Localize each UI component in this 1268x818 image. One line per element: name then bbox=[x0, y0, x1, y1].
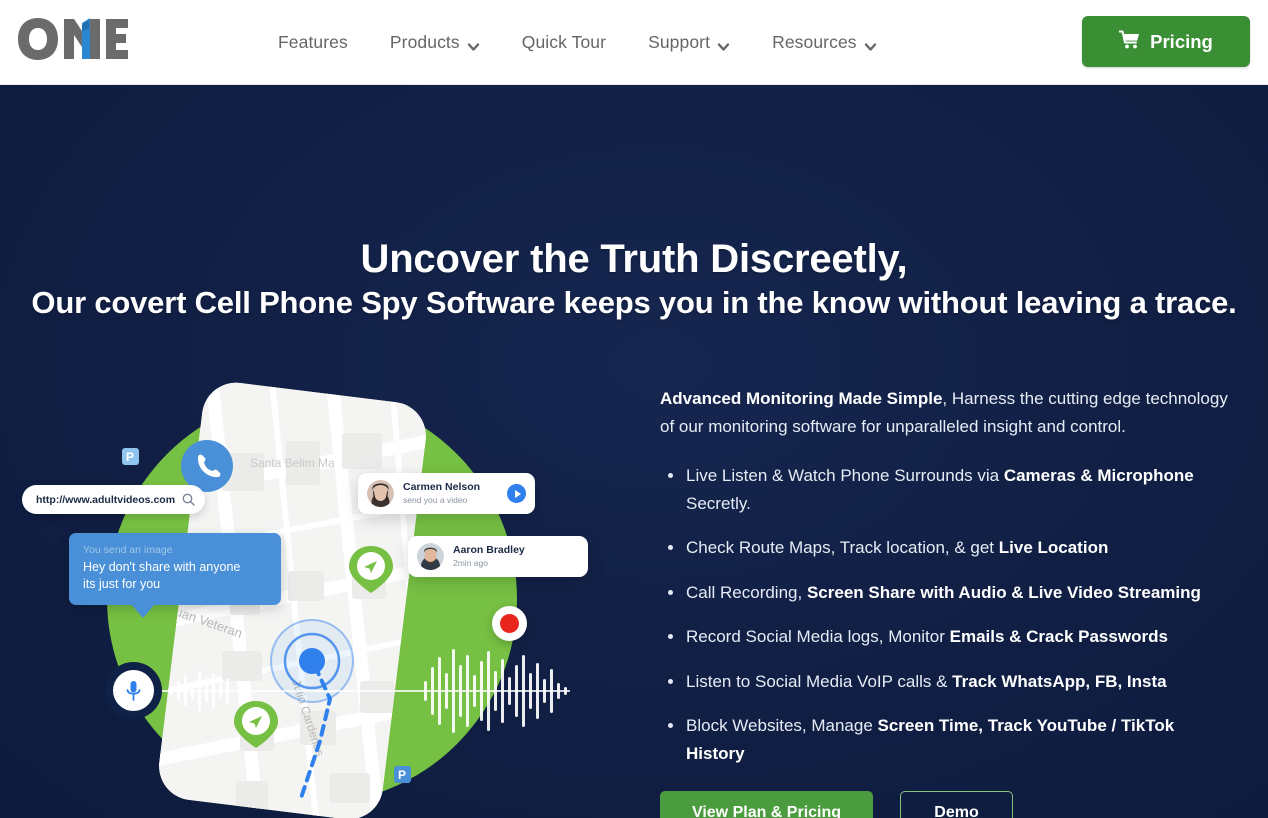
parking-badge: P bbox=[122, 448, 139, 465]
cta-row: View Plan & Pricing Demo bbox=[660, 791, 1235, 818]
chat-bubble: You send an image Hey don't share with a… bbox=[69, 533, 281, 618]
hero-copy-column: Advanced Monitoring Made Simple, Harness… bbox=[660, 385, 1235, 818]
nav-label: Support bbox=[648, 32, 711, 52]
list-item: Block Websites, Manage Screen Time, Trac… bbox=[660, 712, 1235, 767]
street-label: Santa Belim Ma bbox=[250, 456, 335, 470]
hero-section: Uncover the Truth Discreetly, Our covert… bbox=[0, 85, 1268, 818]
list-item: Live Listen & Watch Phone Surrounds via … bbox=[660, 462, 1235, 517]
nav-item-features[interactable]: Features bbox=[278, 32, 348, 53]
logo[interactable] bbox=[16, 16, 128, 62]
avatar bbox=[417, 543, 444, 570]
headline-line-2: Our covert Cell Phone Spy Software keeps… bbox=[31, 284, 1237, 320]
current-location-dot bbox=[270, 619, 354, 703]
chevron-down-icon bbox=[717, 37, 730, 51]
bullet-text-tail: Secretly. bbox=[686, 493, 751, 513]
hero-illustration: Santa Belim Ma Juan Veteran Julio Carden… bbox=[0, 381, 640, 818]
nav-label: Features bbox=[278, 32, 348, 52]
microphone-button[interactable] bbox=[105, 662, 162, 719]
page-title: Uncover the Truth Discreetly, Our covert… bbox=[0, 237, 1268, 321]
bullet-text-bold: Screen Share with Audio & Live Video Str… bbox=[806, 582, 1201, 602]
contact-name: Aaron Bradley bbox=[453, 544, 525, 557]
avatar bbox=[367, 480, 394, 507]
nav-item-products[interactable]: Products bbox=[390, 32, 480, 53]
card-text: Aaron Bradley 2min ago bbox=[453, 544, 525, 569]
microphone-icon bbox=[113, 670, 154, 711]
card-text: Carmen Nelson send you a video bbox=[403, 481, 480, 506]
chevron-down-icon bbox=[864, 37, 877, 51]
nav-item-support[interactable]: Support bbox=[648, 32, 730, 53]
contact-subtitle: 2min ago bbox=[453, 557, 488, 568]
bullet-text-plain: Listen to Social Media VoIP calls & bbox=[686, 671, 953, 691]
chat-caption: You send an image bbox=[83, 544, 173, 556]
waveform-baseline bbox=[130, 690, 570, 692]
bullet-text-plain: Live Listen & Watch Phone Surrounds via bbox=[686, 466, 1004, 486]
intro-paragraph: Advanced Monitoring Made Simple, Harness… bbox=[660, 385, 1235, 440]
chat-message-line-2: its just for you bbox=[83, 576, 161, 591]
bullet-text-plain: Block Websites, Manage bbox=[686, 716, 878, 736]
logo-icon bbox=[18, 18, 128, 60]
pricing-button[interactable]: Pricing bbox=[1082, 16, 1250, 67]
url-text: http://www.adultvideos.com bbox=[36, 493, 176, 506]
svg-text:P: P bbox=[126, 450, 134, 464]
chat-message-line-1: Hey don't share with anyone bbox=[83, 560, 241, 574]
nav-item-resources[interactable]: Resources bbox=[772, 32, 877, 53]
list-item: Listen to Social Media VoIP calls & Trac… bbox=[660, 668, 1235, 696]
site-header: Features Products Quick Tour Support Res… bbox=[0, 0, 1268, 85]
bullet-text-bold: Emails & Crack Passwords bbox=[949, 627, 1168, 647]
view-plan-pricing-button[interactable]: View Plan & Pricing bbox=[660, 791, 873, 818]
chevron-down-icon bbox=[467, 37, 480, 51]
blocked-url-chip[interactable]: http://www.adultvideos.com bbox=[22, 485, 206, 514]
svg-text:P: P bbox=[398, 768, 406, 782]
list-item: Record Social Media logs, Monitor Emails… bbox=[660, 623, 1235, 651]
contact-subtitle: send you a video bbox=[403, 494, 468, 505]
parking-badge: P bbox=[394, 766, 411, 783]
bullet-text-bold: Live Location bbox=[998, 538, 1109, 558]
contact-name: Carmen Nelson bbox=[403, 481, 481, 494]
bullet-text-bold: Track WhatsApp, FB, Insta bbox=[952, 671, 1167, 691]
notification-card[interactable]: Carmen Nelson send you a video bbox=[358, 473, 535, 514]
pricing-button-label: Pricing bbox=[1150, 30, 1213, 52]
list-item: Check Route Maps, Track location, & get … bbox=[660, 534, 1235, 562]
nav-label: Products bbox=[389, 32, 460, 52]
demo-button[interactable]: Demo bbox=[900, 791, 1013, 818]
record-button[interactable] bbox=[492, 606, 527, 641]
nav-label: Resources bbox=[772, 32, 857, 52]
main-nav: Features Products Quick Tour Support Res… bbox=[278, 0, 877, 85]
bullet-text-plain: Record Social Media logs, Monitor bbox=[686, 627, 950, 647]
list-item: Call Recording, Screen Share with Audio … bbox=[660, 579, 1235, 607]
notification-card[interactable]: Aaron Bradley 2min ago bbox=[408, 536, 588, 577]
feature-list: Live Listen & Watch Phone Surrounds via … bbox=[660, 462, 1235, 767]
search-icon bbox=[182, 493, 195, 506]
bullet-text-bold: Cameras & Microphone bbox=[1003, 466, 1194, 486]
bullet-text-plain: Call Recording, bbox=[686, 582, 807, 602]
bullet-text-plain: Check Route Maps, Track location, & get bbox=[686, 538, 999, 558]
shopping-cart-icon bbox=[1118, 30, 1140, 54]
record-dot-icon bbox=[500, 614, 519, 633]
nav-item-quick-tour[interactable]: Quick Tour bbox=[522, 32, 606, 53]
intro-bold: Advanced Monitoring Made Simple bbox=[660, 389, 943, 408]
nav-label: Quick Tour bbox=[521, 32, 607, 52]
play-icon[interactable] bbox=[507, 484, 526, 503]
headline-line-1: Uncover the Truth Discreetly, bbox=[360, 237, 908, 281]
